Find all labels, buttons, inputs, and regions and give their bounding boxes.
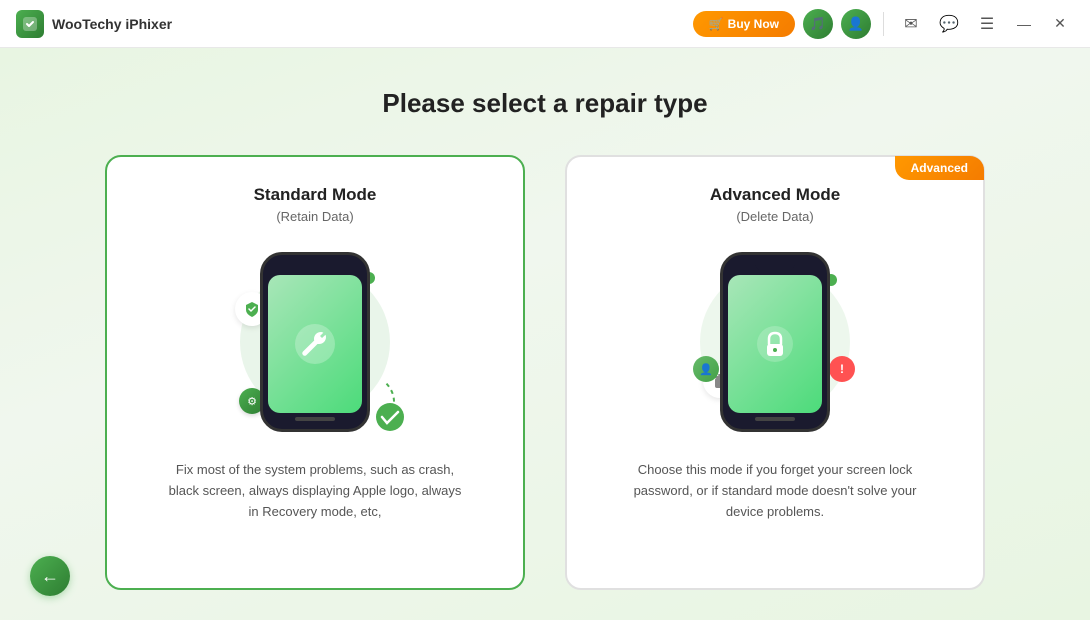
titlebar-actions: 🛒 Buy Now 🎵 👤 ✉ 💬 ☰ — ✕ xyxy=(693,9,1074,39)
back-button[interactable]: ← xyxy=(30,556,70,596)
back-icon: ← xyxy=(41,566,59,587)
advanced-phone-illustration: 👤 ! xyxy=(685,242,865,442)
standard-mode-card[interactable]: Standard Mode (Retain Data) xyxy=(105,155,525,590)
close-button[interactable]: ✕ xyxy=(1046,10,1074,38)
standard-mode-description: Fix most of the system problems, such as… xyxy=(165,460,465,522)
page-title: Please select a repair type xyxy=(382,88,707,119)
logo-icon xyxy=(16,10,44,38)
mail-button[interactable]: ✉ xyxy=(896,9,926,39)
phone-body-standard xyxy=(260,252,370,432)
menu-button[interactable]: ☰ xyxy=(972,9,1002,39)
advanced-mode-title: Advanced Mode xyxy=(710,185,840,205)
menu-icon: ☰ xyxy=(980,14,994,34)
close-icon: ✕ xyxy=(1054,15,1066,32)
wrench-icon xyxy=(293,322,337,366)
chat-icon: 💬 xyxy=(939,14,959,34)
phone-body-advanced xyxy=(720,252,830,432)
standard-mode-subtitle: (Retain Data) xyxy=(276,209,353,224)
app-name: WooTechy iPhixer xyxy=(52,16,172,32)
music-button[interactable]: 🎵 xyxy=(803,9,833,39)
standard-phone-illustration: ⚙ xyxy=(225,242,405,442)
buy-now-icon: 🛒 xyxy=(709,17,724,31)
user-account-button[interactable]: 👤 xyxy=(841,9,871,39)
buy-now-button[interactable]: 🛒 Buy Now xyxy=(693,11,795,37)
phone-notch xyxy=(295,261,335,271)
advanced-mode-description: Choose this mode if you forget your scre… xyxy=(625,460,925,522)
person-float-icon: 👤 xyxy=(693,356,719,382)
phone-bottom-bar xyxy=(295,417,335,421)
advanced-badge: Advanced xyxy=(895,156,984,180)
phone-screen-advanced xyxy=(728,275,822,413)
lock-icon xyxy=(755,324,795,364)
phone-screen-standard xyxy=(268,275,362,413)
minimize-button[interactable]: — xyxy=(1010,10,1038,38)
mail-icon: ✉ xyxy=(904,14,917,34)
buy-now-label: Buy Now xyxy=(728,17,779,31)
user-icon: 👤 xyxy=(848,16,864,32)
phone-notch-adv xyxy=(755,261,795,271)
warning-float-icon: ! xyxy=(829,356,855,382)
advanced-mode-subtitle: (Delete Data) xyxy=(736,209,813,224)
app-logo: WooTechy iPhixer xyxy=(16,10,172,38)
advanced-mode-card[interactable]: Advanced Advanced Mode (Delete Data) xyxy=(565,155,985,590)
chat-button[interactable]: 💬 xyxy=(934,9,964,39)
phone-bottom-bar-adv xyxy=(755,417,795,421)
main-content: Please select a repair type Standard Mod… xyxy=(0,48,1090,620)
titlebar-divider xyxy=(883,12,884,36)
repair-type-cards: Standard Mode (Retain Data) xyxy=(60,155,1030,590)
music-icon: 🎵 xyxy=(810,16,826,32)
standard-mode-title: Standard Mode xyxy=(254,185,377,205)
minimize-icon: — xyxy=(1017,16,1031,32)
titlebar: WooTechy iPhixer 🛒 Buy Now 🎵 👤 ✉ 💬 ☰ — ✕ xyxy=(0,0,1090,48)
